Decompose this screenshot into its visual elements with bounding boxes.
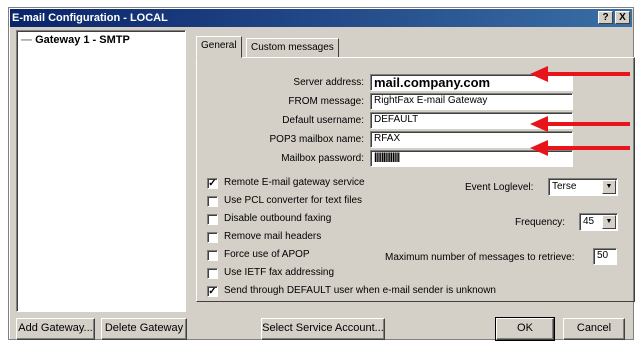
disable-outbound-faxing-checkbox[interactable] — [207, 214, 218, 225]
disable-outbound-faxing-label: Disable outbound faxing — [224, 213, 332, 224]
tab-custom-messages[interactable]: Custom messages — [246, 38, 339, 58]
default-username-label: Default username: — [282, 115, 364, 126]
mailbox-password-label: Mailbox password: — [281, 153, 364, 164]
remote-email-gateway-checkbox[interactable]: ✓ — [207, 178, 218, 189]
delete-gateway-button[interactable]: Delete Gateway — [101, 318, 187, 340]
event-loglevel-value: Terse — [552, 181, 577, 192]
tab-general[interactable]: General — [196, 36, 242, 58]
max-messages-label: Maximum number of messages to retrieve: — [385, 252, 575, 263]
event-loglevel-select[interactable]: Terse ▼ — [548, 178, 618, 196]
title-bar[interactable]: E-mail Configuration - LOCAL ? X — [10, 9, 632, 27]
from-message-input[interactable]: RightFax E-mail Gateway — [370, 93, 573, 110]
help-button[interactable]: ? — [598, 11, 613, 24]
send-through-default-user-label: Send through DEFAULT user when e-mail se… — [224, 285, 496, 296]
use-ietf-fax-addressing-checkbox[interactable] — [207, 268, 218, 279]
event-loglevel-label: Event Loglevel: — [465, 182, 534, 193]
frequency-value: 45 — [583, 216, 595, 227]
from-message-label: FROM message: — [288, 96, 364, 107]
red-arrow-icon — [530, 140, 630, 156]
force-apop-label: Force use of APOP — [224, 249, 310, 260]
chevron-down-icon[interactable]: ▼ — [602, 215, 616, 229]
close-button[interactable]: X — [615, 11, 630, 24]
max-messages-input[interactable]: 50 — [593, 248, 617, 265]
remove-mail-headers-checkbox[interactable] — [207, 232, 218, 243]
remote-email-gateway-label: Remote E-mail gateway service — [224, 177, 365, 188]
remove-mail-headers-label: Remove mail headers — [224, 231, 322, 242]
server-address-label: Server address: — [293, 77, 364, 88]
cancel-button[interactable]: Cancel — [563, 318, 625, 340]
ok-button[interactable]: OK — [495, 317, 555, 341]
general-tab-panel: Server address: FROM message: Default us… — [196, 57, 635, 302]
tree-connector-icon: — — [21, 34, 36, 46]
red-arrow-icon — [530, 116, 630, 132]
force-apop-checkbox[interactable] — [207, 250, 218, 261]
use-pcl-converter-label: Use PCL converter for text files — [224, 195, 363, 206]
use-ietf-fax-addressing-label: Use IETF fax addressing — [224, 267, 335, 278]
select-service-account-button[interactable]: Select Service Account... — [261, 318, 385, 340]
add-gateway-button[interactable]: Add Gateway... — [16, 318, 95, 340]
red-arrow-icon — [530, 66, 630, 82]
frequency-label: Frequency: — [515, 217, 566, 228]
window-title: E-mail Configuration - LOCAL — [12, 12, 168, 24]
use-pcl-converter-checkbox[interactable] — [207, 196, 218, 207]
chevron-down-icon[interactable]: ▼ — [602, 180, 616, 194]
email-configuration-dialog: E-mail Configuration - LOCAL ? X — Gatew… — [8, 7, 635, 341]
frequency-select[interactable]: 45 ▼ — [579, 213, 618, 231]
pop3-mailbox-name-label: POP3 mailbox name: — [269, 134, 365, 145]
send-through-default-user-checkbox[interactable]: ✓ — [207, 286, 218, 297]
gateway-tree[interactable]: — Gateway 1 - SMTP — [16, 30, 186, 312]
tree-item-gateway-1[interactable]: — Gateway 1 - SMTP — [21, 34, 130, 46]
